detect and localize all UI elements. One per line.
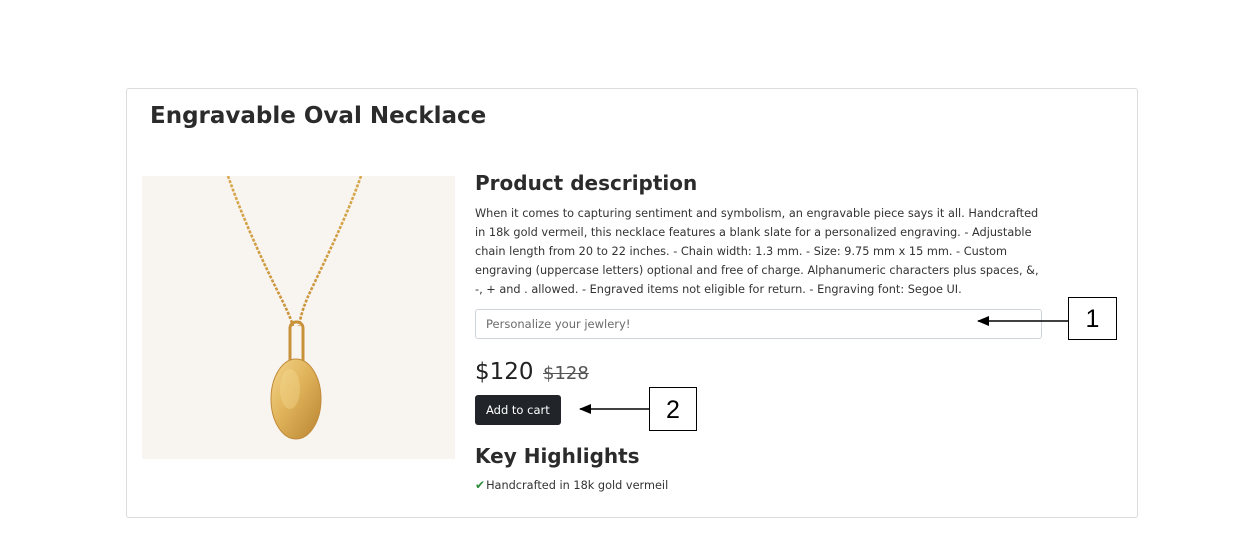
check-icon: ✔ — [475, 478, 486, 492]
product-description-heading: Product description — [475, 171, 698, 195]
product-description-text: When it comes to capturing sentiment and… — [475, 207, 1039, 296]
annotation-label-2: 2 — [649, 387, 697, 431]
price-current: $120 — [475, 359, 534, 385]
price-original: $128 — [543, 363, 589, 384]
price-row: $120 $128 — [475, 359, 589, 385]
product-image — [142, 176, 455, 459]
engraving-input[interactable] — [475, 309, 1042, 339]
key-highlights-heading: Key Highlights — [475, 444, 640, 468]
highlight-text: Handcrafted in 18k gold vermeil — [486, 479, 669, 492]
add-to-cart-button[interactable]: Add to cart — [475, 395, 561, 425]
annotation-label-1: 1 — [1068, 297, 1117, 340]
highlight-item: ✔Handcrafted in 18k gold vermeil — [475, 478, 668, 492]
product-card: Engravable Oval Necklace Product descrip… — [126, 88, 1138, 518]
page-title: Engravable Oval Necklace — [150, 103, 487, 129]
oval-necklace-image — [226, 176, 363, 440]
